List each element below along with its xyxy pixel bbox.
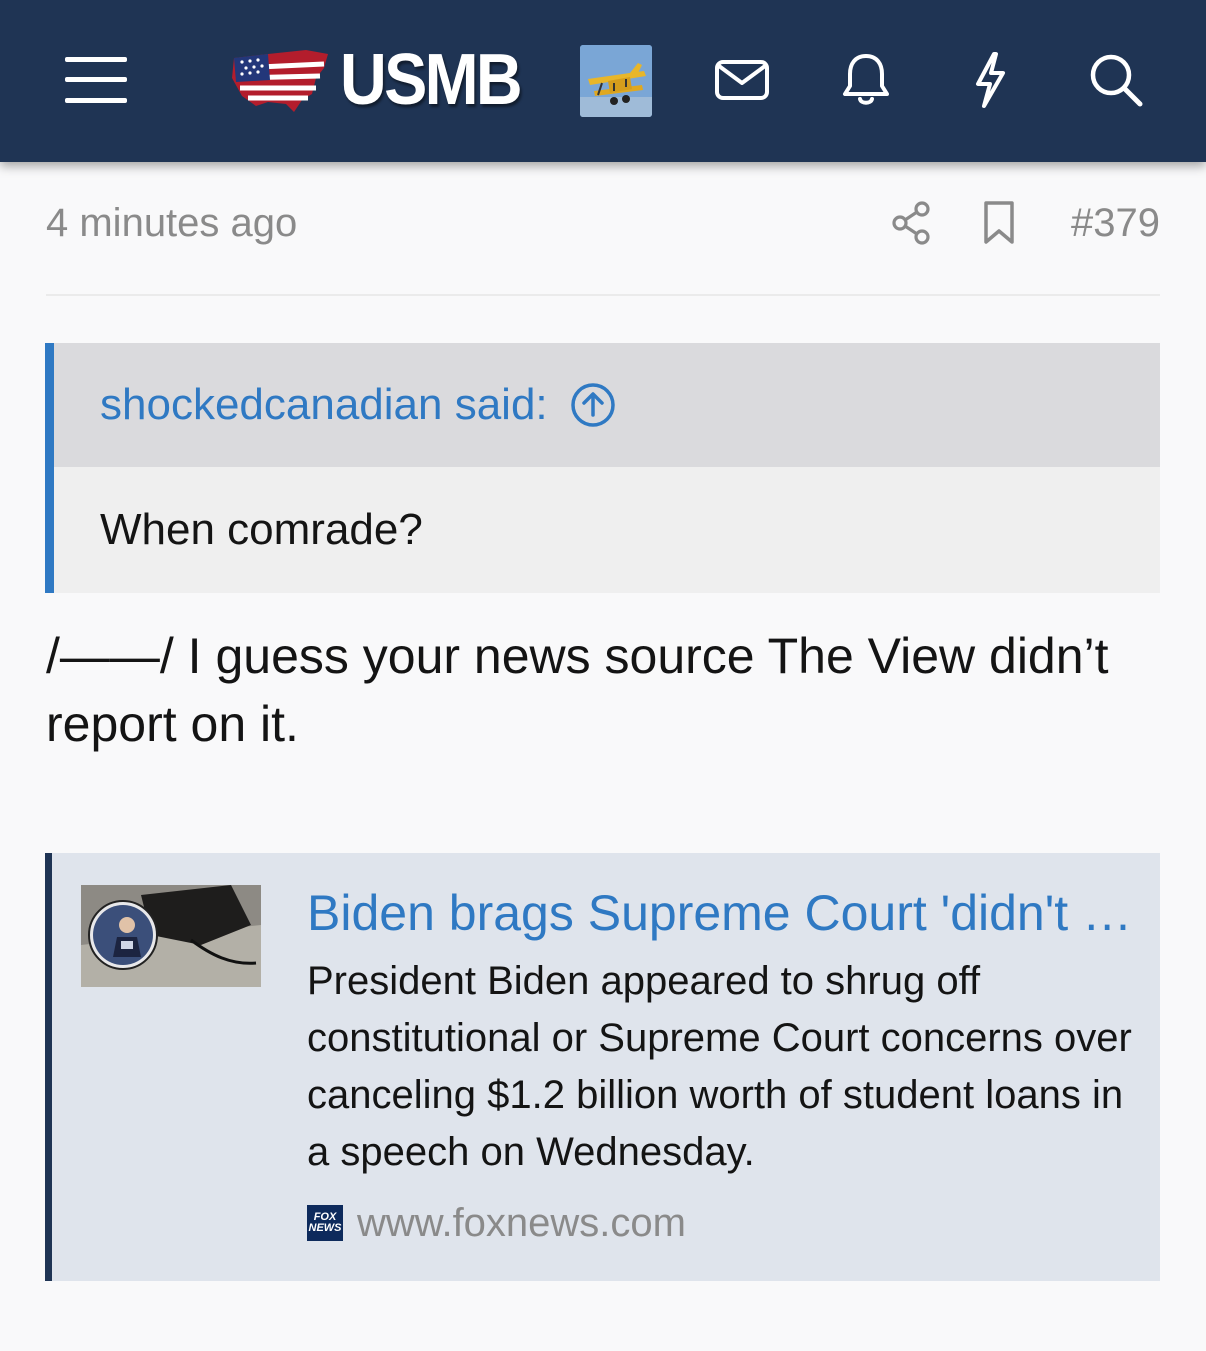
link-domain[interactable]: www.foxnews.com [357,1201,686,1246]
quote-author-link[interactable]: shockedcanadian said: [100,380,548,430]
inbox-button[interactable] [706,48,778,112]
user-avatar[interactable] [580,45,652,117]
menu-icon [65,57,127,103]
link-source: FOX NEWS www.foxnews.com [307,1195,686,1251]
quote-text: When comrade? [100,505,423,554]
post-number-link[interactable]: #379 [1071,201,1160,246]
article-thumbnail-image [81,885,261,987]
arrow-up-circle-icon[interactable] [570,382,616,428]
bookmark-button[interactable] [969,193,1029,253]
meta-divider [46,294,1160,296]
search-icon [1090,54,1143,107]
bolt-icon [976,52,1005,108]
share-icon [892,201,930,245]
whats-new-button[interactable] [954,46,1026,114]
mail-icon [715,60,769,100]
alerts-button[interactable] [830,46,902,114]
menu-button[interactable] [56,48,136,112]
post-body-text: /——/ I guess your news source The View d… [46,628,1109,752]
link-title[interactable]: Biden brags Supreme Court 'didn't stop m… [307,881,1137,945]
share-button[interactable] [881,193,941,253]
fox-news-icon: FOX NEWS [307,1205,343,1241]
bookmark-icon [984,201,1014,244]
logo-text: USMB [340,40,523,120]
quote-block: shockedcanadian said: When comrade? [45,343,1160,593]
link-thumbnail[interactable] [81,885,261,987]
bell-icon [843,54,889,105]
link-preview-card[interactable]: Biden brags Supreme Court 'didn't stop m… [45,853,1160,1281]
post-timestamp[interactable]: 4 minutes ago [46,201,297,246]
top-navigation-bar: USMB [0,0,1206,162]
post-meta-row: 4 minutes ago #379 [46,190,1160,256]
flag-map-icon [232,50,328,112]
site-logo[interactable]: USMB [228,40,540,120]
biplane-avatar-image [580,45,652,117]
search-button[interactable] [1080,46,1152,114]
link-description: President Biden appeared to shrug off co… [307,959,1132,1174]
quote-header: shockedcanadian said: [54,343,1160,467]
